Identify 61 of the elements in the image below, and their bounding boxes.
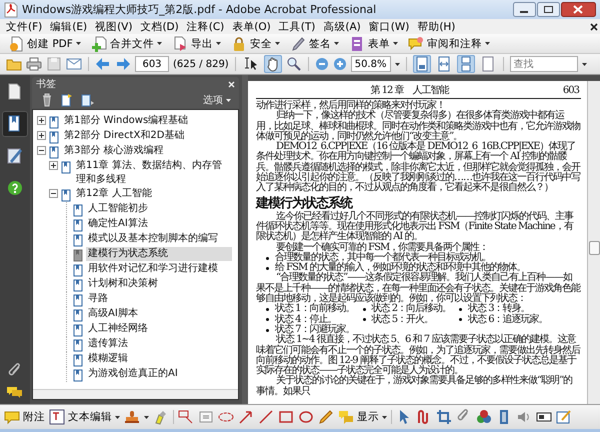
toolbar-button[interactable]: 表单 <box>346 36 400 52</box>
bookmark-item[interactable]: 计划树和决策树 <box>86 277 232 291</box>
note-button[interactable]: 附注 <box>4 409 45 425</box>
bookmark-item[interactable]: 第11章 算法、数据结构、内存管理和多线程 <box>74 159 232 187</box>
window-title: Windows游戏编程大师技巧_第2版.pdf - Adobe Acrobat Professional <box>22 2 378 17</box>
paragraph: 关于状态的讨论的关键在于，游戏对象需要具备足够的多样性来做“聪明”的事情。如果只 <box>256 376 574 398</box>
list-item: 状态 5：开火。 <box>372 314 434 325</box>
bookmark-item[interactable]: 人工智能初步 <box>86 202 232 216</box>
list-item: 状态 1：向前移动。 <box>275 304 355 314</box>
page-number: 603 <box>562 85 579 97</box>
options-menu[interactable]: 选项 <box>203 93 231 107</box>
list-item: 状态 7：闪避玩家。 <box>275 324 355 335</box>
menu-item[interactable]: 表单(O) <box>228 20 275 34</box>
zoom-field[interactable]: 50.8% <box>350 56 391 72</box>
bookmark-item[interactable]: 为游戏创造真正的AI <box>86 367 232 381</box>
toolbar-button[interactable]: 签名 <box>288 36 341 52</box>
menu-item[interactable]: 高级(A) <box>319 20 365 34</box>
bookmark-item[interactable]: 用软件对记忆和学习进行建模 <box>86 262 232 276</box>
bookmark-item[interactable]: 遗传算法 <box>86 337 232 351</box>
bookmark-item[interactable]: 人工神经网络 <box>86 322 232 336</box>
menu-item[interactable]: 窗口(W) <box>364 20 414 34</box>
page-number-field[interactable]: 603 <box>135 56 169 72</box>
bookmark-item[interactable]: 高级AI脚本 <box>86 307 232 321</box>
bookmark-item[interactable]: 第3部分 核心游戏编程 <box>62 144 232 158</box>
paragraph: 要创建一个确实可靠的 FSM，你需要具备两个属性： <box>276 242 490 253</box>
menu-item[interactable]: 注释(C) <box>182 20 228 34</box>
bookmark-item[interactable]: 确定性AI算法 <box>86 217 232 231</box>
list-item: 状态 4：停止。 <box>275 314 337 325</box>
panel-title: 书签 <box>36 78 56 91</box>
menu-item[interactable]: 文件(F) <box>2 20 46 34</box>
toolbar-button[interactable]: 审阅和注释 <box>406 36 492 52</box>
paragraph: 迄今你已经看过好几个不同形式的有限状态机——控制灯闪烁的代码、主事件循环状态机等等。现在使用形式化地表示出 FSM（Finite State Machine，有限状态机）是怎样产生体现智能的 AI 的。 <box>256 212 574 242</box>
toolbar-button[interactable]: 安全 <box>228 36 282 52</box>
bookmark-item[interactable]: 第12章 人工智能 <box>74 187 232 201</box>
toolbar-button[interactable]: 合并文件 <box>88 36 164 52</box>
paragraph: 归纳一下，像这样的技术（尽管要复杂得多）在很多体育类游戏中都有运用，比如足球、棒球和曲棍球。同时在动作类和策略类游戏中也有，它允许游戏物体做可预见的运动，同时仍然允许他们“改变主意”。 <box>256 111 581 142</box>
list-item: 合理数量的状态，其中每一个都代表一种目标或动机。 <box>275 252 491 263</box>
bookmark-item[interactable]: 寻路 <box>86 292 232 306</box>
menu-item[interactable]: 工具(T) <box>274 20 320 34</box>
bookmark-item[interactable]: 模糊逻辑 <box>86 352 232 366</box>
bookmark-item[interactable]: 模式以及基本控制脚本的编写 <box>86 232 232 246</box>
menu-item[interactable]: 文档(D) <box>136 20 183 34</box>
toolbar-button[interactable]: 创建 PDF <box>6 36 83 52</box>
paragraph: DEMO12_6.CPP|EXE（16 位版本是 DEMO12_6_16B.CPP|EXE）体现了条件处理技术。你在用方向键控制一个蝙蝠对象，屏幕上有一个 AI 控制的骷髅兵。骷髅兵遵循随机选择的模式，除非你离它太近，但那样它就会觉得孤独，会开始追逐你以引起你的注意。（反映了我刚刚谈过的……也许我在这一百行代码中写入了某种病态化的目的，不过从观点的角度看，它看起来不是很自然么？） <box>256 142 581 194</box>
bookmark-item[interactable]: 第2部分 DirectX和2D基础 <box>62 129 232 143</box>
bookmark-item[interactable]: 第1部分 Windows编程基础 <box>62 114 232 128</box>
section-heading: 建模行为状态系统 <box>256 196 354 211</box>
toolbar-button[interactable]: 导出 <box>170 36 223 52</box>
list-item: 状态 6：追逐玩家。 <box>468 314 548 325</box>
search-field[interactable]: 查找 <box>510 56 578 72</box>
page-count: (625 / 829) <box>173 58 229 70</box>
bookmark-item[interactable]: 建模行为状态系统 <box>86 247 232 261</box>
list-item: 状态 3：转身。 <box>468 304 530 314</box>
menu-item[interactable]: 编辑(E) <box>46 20 92 34</box>
paragraph: 动作进行采样，然后用同样的策略来对付玩家！ <box>256 101 445 111</box>
show-menu-button[interactable]: 显示 <box>338 409 387 425</box>
menu-item[interactable]: 视图(V) <box>91 20 136 34</box>
text-edit-button[interactable]: 文本编辑 <box>49 409 120 425</box>
list-item: 状态 2：向后移动。 <box>372 304 452 314</box>
menu-item[interactable]: 帮助(H) <box>413 20 460 34</box>
running-header: 第 12 章 人工智能 <box>370 85 448 97</box>
